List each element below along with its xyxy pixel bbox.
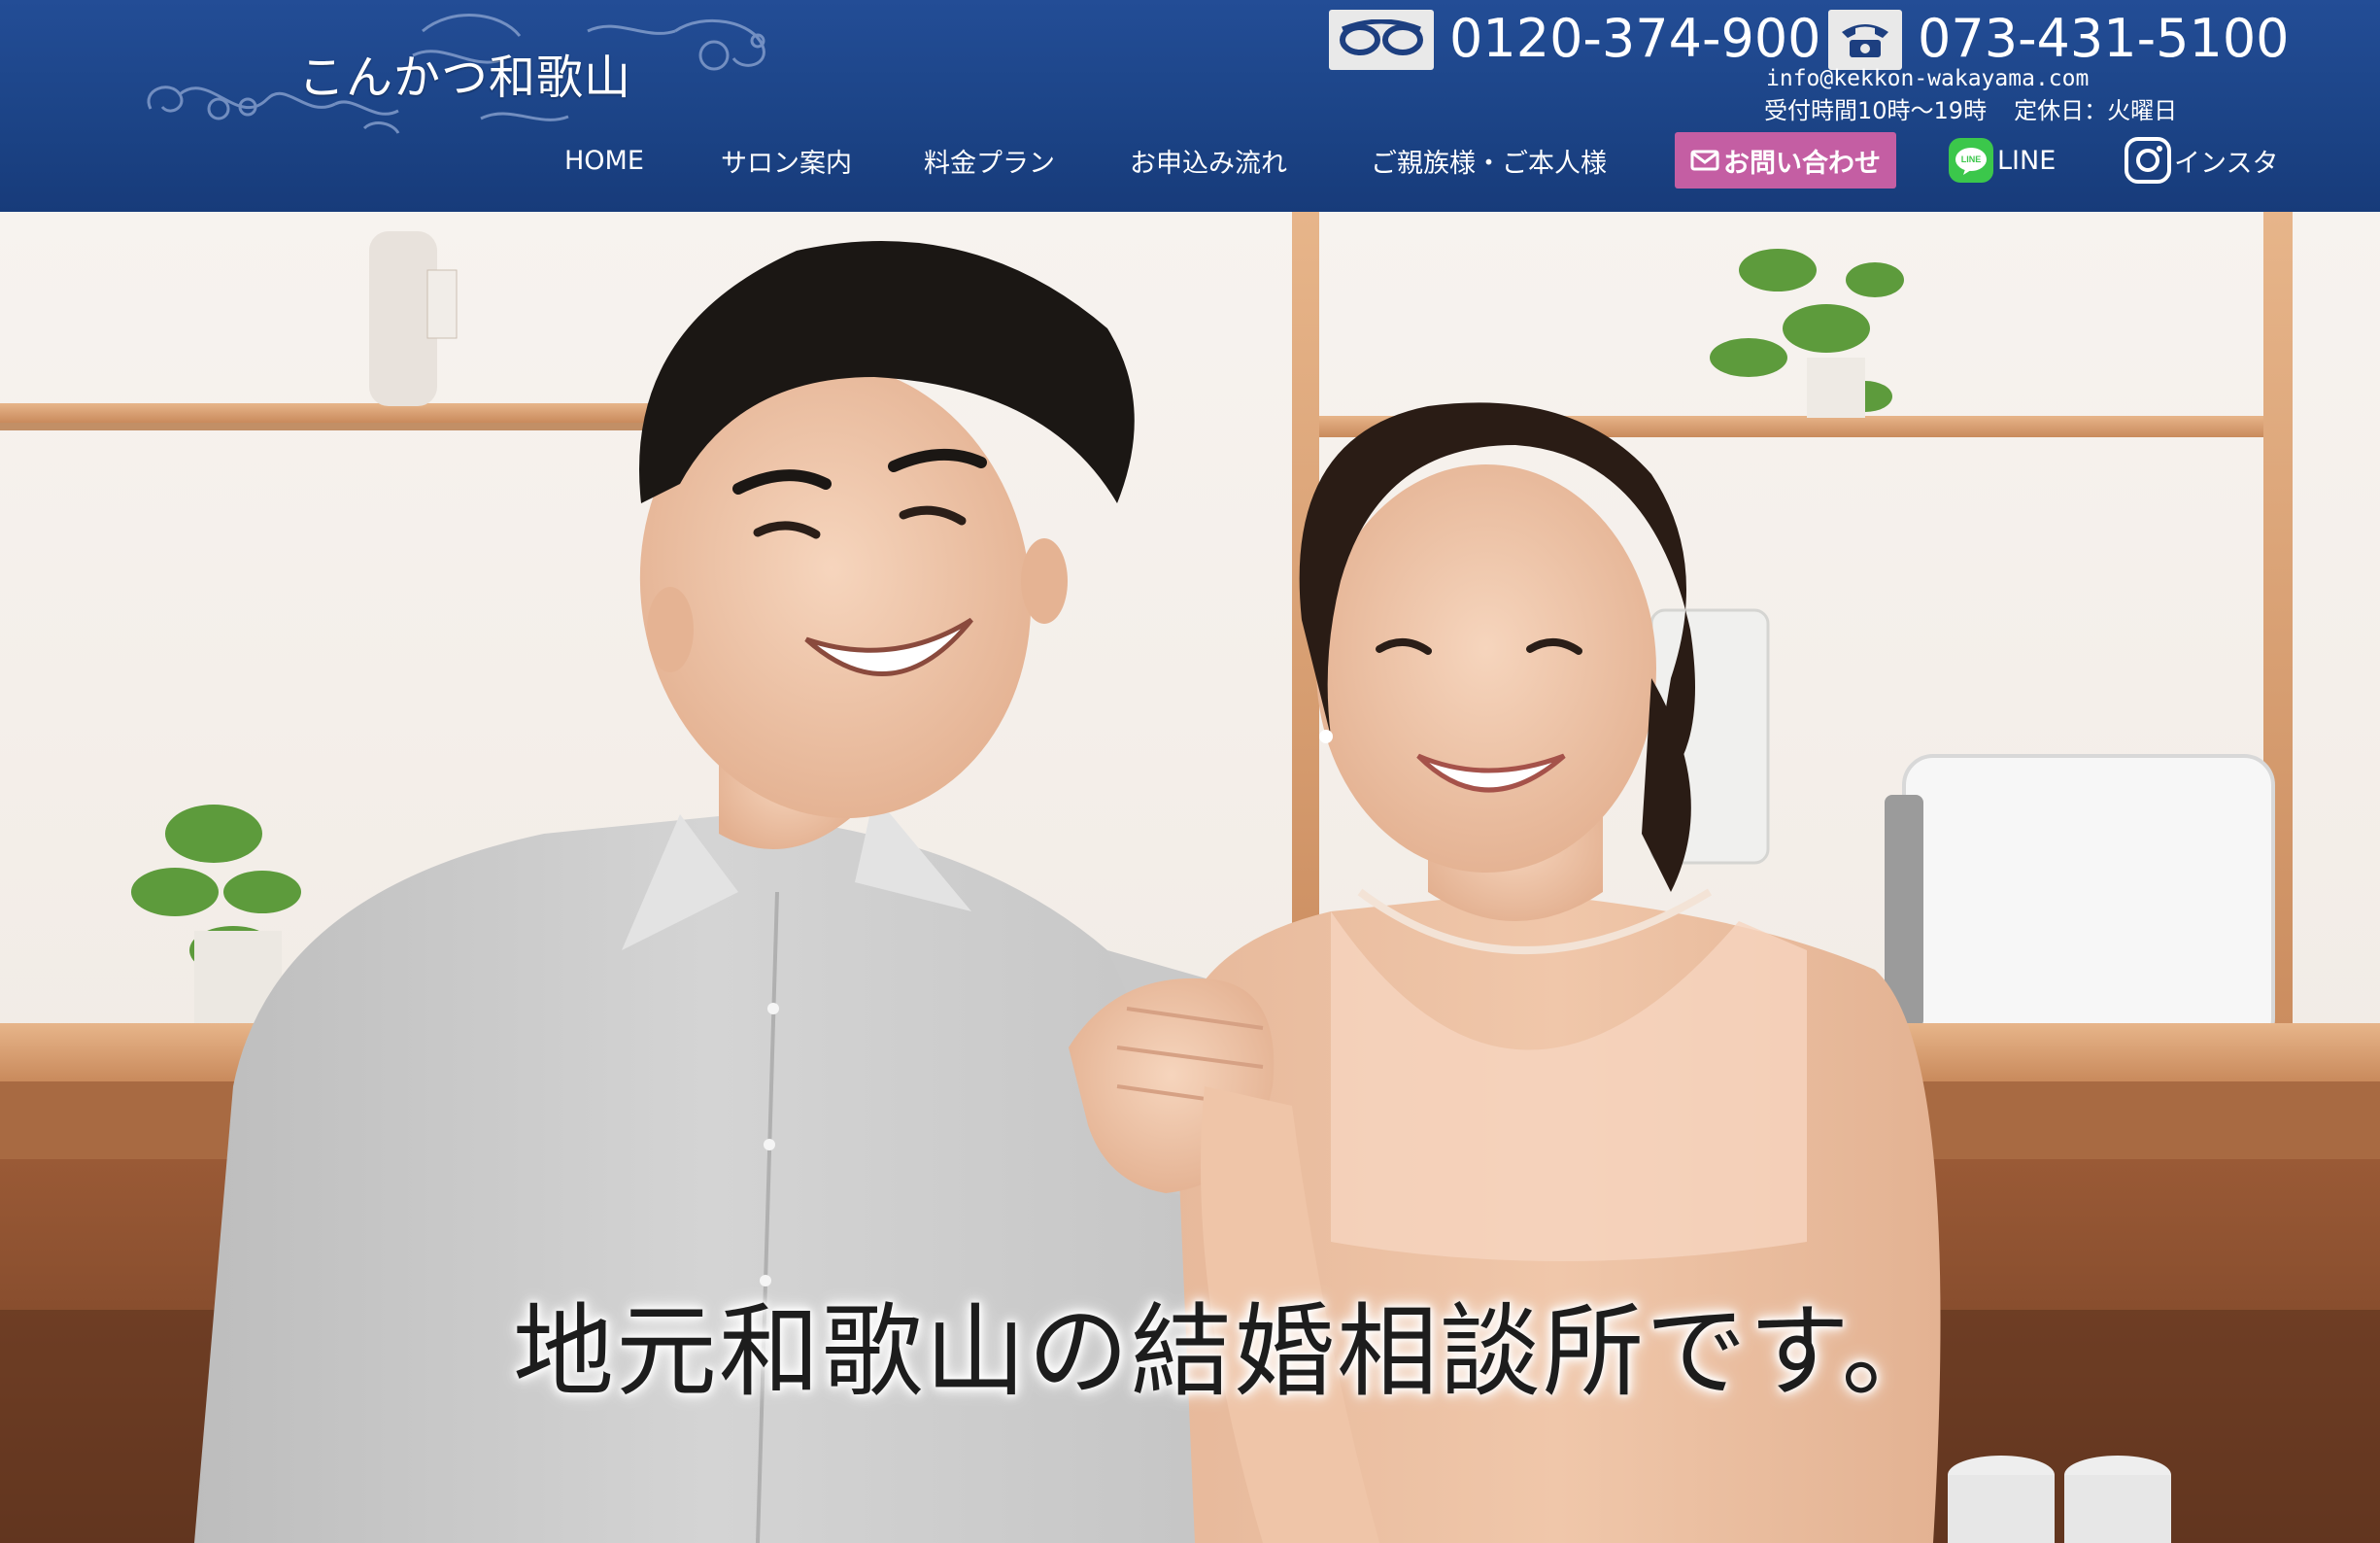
nav-home[interactable]: HOME <box>564 132 644 189</box>
nav-pricing-label: 料金プラン <box>924 148 1055 179</box>
nav-pricing[interactable]: 料金プラン <box>924 132 1055 189</box>
nav-line-label: LINE <box>1997 145 2057 176</box>
contact-info: 0120-374-900 073-431-5100 info@kekkon-wa… <box>1329 8 2359 124</box>
telephone-number[interactable]: 073-431-5100 <box>1918 8 2290 69</box>
nav-family[interactable]: ご親族様・ご本人様 <box>1371 132 1607 189</box>
nav-contact-button[interactable]: お問い合わせ <box>1675 132 1896 189</box>
site-logo[interactable]: こんかつ和歌山 <box>131 2 792 148</box>
nav-application-flow[interactable]: お申込み流れ <box>1130 132 1287 189</box>
hero-caption: 地元和歌山の結婚相談所です。 <box>513 1292 1945 1411</box>
business-hours: 受付時間10時〜19時 定休日：火曜日 <box>1764 91 2177 125</box>
hero-section: 地元和歌山の結婚相談所です。 <box>0 212 2380 1543</box>
nav-home-label: HOME <box>564 145 644 176</box>
freedial-icon <box>1329 10 1434 70</box>
nav-salon[interactable]: サロン案内 <box>721 132 852 189</box>
mail-icon <box>1690 150 1719 171</box>
email-address[interactable]: info@kekkon-wakayama.com <box>1766 66 2089 91</box>
line-icon: LINE <box>1949 138 1993 183</box>
instagram-icon <box>2125 137 2171 184</box>
freedial-number[interactable]: 0120-374-900 <box>1449 8 1821 69</box>
closed-day: 定休日：火曜日 <box>2014 97 2178 124</box>
nav-instagram-label: インスタ <box>2174 148 2279 179</box>
site-header: こんかつ和歌山 0120-374-900 073-431-5100 info@k… <box>0 0 2380 212</box>
nav-family-label: ご親族様・ご本人様 <box>1371 148 1607 179</box>
nav-salon-label: サロン案内 <box>721 148 852 179</box>
nav-line[interactable]: LINE LINE <box>1949 132 2056 189</box>
svg-text:LINE: LINE <box>1961 154 1982 164</box>
nav-application-flow-label: お申込み流れ <box>1130 148 1287 179</box>
logo-text: こんかつ和歌山 <box>298 51 632 105</box>
telephone-icon <box>1828 10 1902 70</box>
reception-hours: 受付時間10時〜19時 <box>1764 97 1988 124</box>
nav-contact-label: お問い合わせ <box>1723 148 1881 179</box>
nav-instagram[interactable]: インスタ <box>2124 132 2278 189</box>
